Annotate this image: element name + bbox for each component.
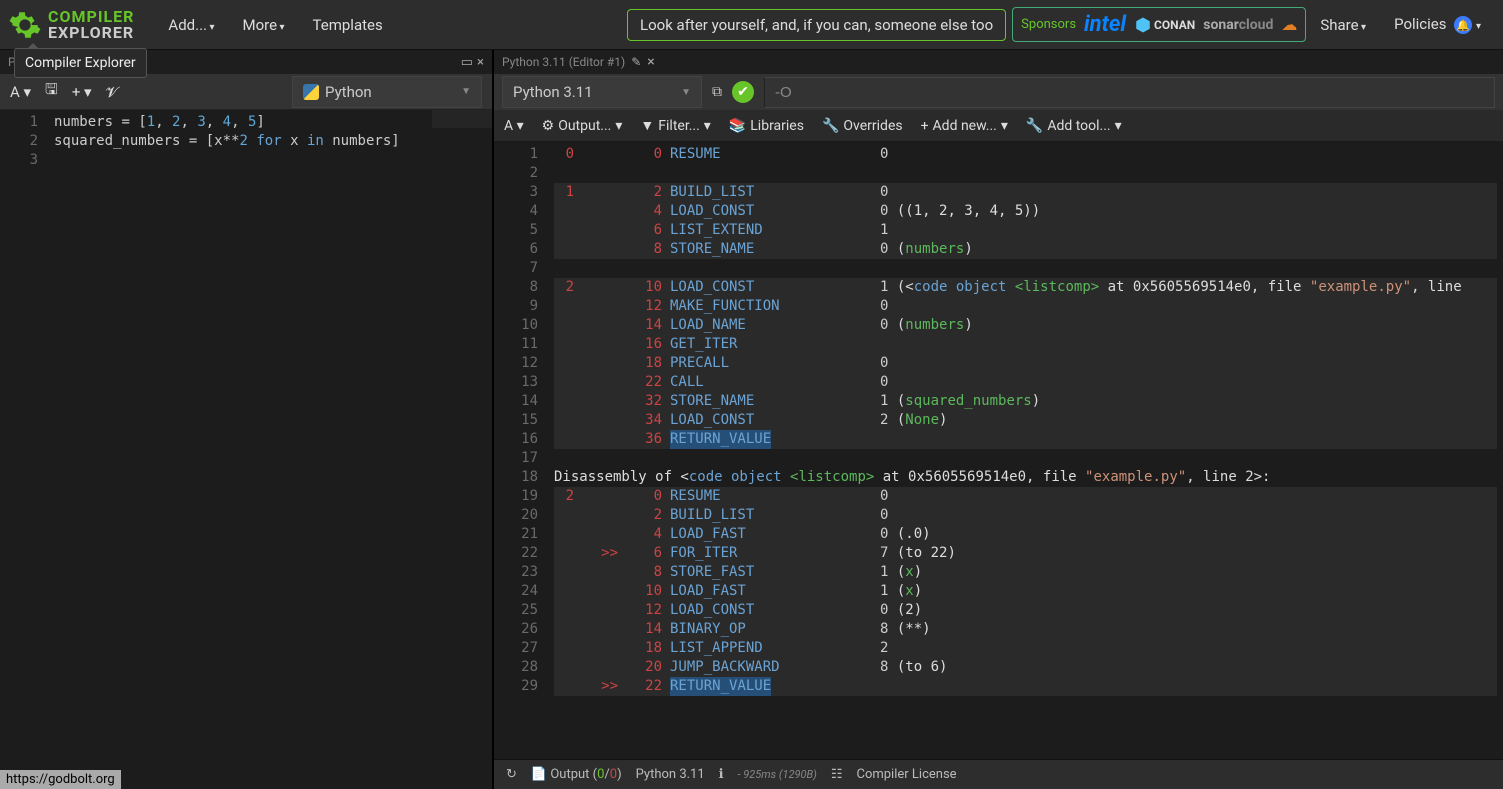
compiler-options-input[interactable]: [764, 77, 1495, 108]
maximize-icon[interactable]: ▭: [461, 55, 473, 70]
motd-banner: Look after yourself, and, if you can, so…: [627, 9, 1006, 41]
edit-icon[interactable]: ✎: [631, 55, 641, 69]
sponsors-box: Sponsors intel CONAN sonarcloud ☁: [1012, 7, 1306, 42]
compiler-pane: Python 3.11 (Editor #1) ✎ × Python 3.11 …: [494, 50, 1503, 789]
brand-logo[interactable]: COMPILER EXPLORER: [8, 8, 134, 42]
editor-toolbar: A ▾ 🖫 + ▾ 𝓥 Python ▼: [0, 74, 492, 110]
sponsor-intel[interactable]: intel: [1084, 12, 1126, 37]
asm-gutter: 1234567891011121314151617181920212223242…: [494, 142, 548, 759]
output-btn[interactable]: ⚙ Output... ▾: [542, 118, 623, 134]
close-pane-icon[interactable]: ×: [477, 55, 484, 70]
brand-tooltip: Compiler Explorer: [14, 48, 147, 78]
nav-templates[interactable]: Templates: [299, 8, 397, 42]
compiler-name-status: Python 3.11: [636, 767, 705, 782]
info-icon[interactable]: ℹ: [719, 767, 724, 782]
libraries-btn[interactable]: 📚 Libraries: [729, 118, 804, 134]
nav-add[interactable]: Add...: [154, 8, 228, 42]
status-ok-icon: ✔: [732, 81, 754, 103]
python-icon: [303, 84, 319, 100]
nav-share[interactable]: Share: [1306, 8, 1380, 42]
source-code[interactable]: numbers = [1, 2, 3, 4, 5]squared_numbers…: [48, 110, 492, 789]
popout-icon[interactable]: ⧉: [712, 84, 722, 100]
line-gutter: 123: [0, 110, 48, 789]
cloud-icon: ☁: [1281, 15, 1297, 34]
compiler-statusbar: ↻ 📄 Output (0/0) Python 3.11 ℹ - 925ms (…: [494, 759, 1503, 789]
hover-url: https://godbolt.org: [0, 770, 121, 789]
sponsors-label: Sponsors: [1021, 17, 1076, 32]
chevron-down-icon: ▼: [461, 86, 471, 97]
addtool-btn[interactable]: 🔧 Add tool... ▾: [1026, 118, 1122, 134]
language-selector[interactable]: Python ▼: [292, 76, 482, 108]
save-icon[interactable]: 🖫: [45, 79, 58, 104]
nav-policies[interactable]: Policies 🔔 ▾: [1380, 7, 1495, 43]
font-icon[interactable]: A ▾: [10, 83, 31, 101]
output-status[interactable]: 📄 Output (0/0): [531, 767, 622, 782]
bars-icon[interactable]: ☷: [831, 767, 843, 782]
plus-icon[interactable]: + ▾: [72, 83, 92, 101]
close-icon[interactable]: ×: [647, 54, 654, 70]
brand-bottom: EXPLORER: [48, 25, 134, 41]
compiler-tabbar: Python 3.11 (Editor #1) ✎ ×: [494, 50, 1503, 74]
compiler-toolbar: Python 3.11 ▼ ⧉ ✔: [494, 74, 1503, 110]
overrides-btn[interactable]: 🔧 Overrides: [822, 118, 903, 134]
sponsor-sonar[interactable]: sonarcloud: [1203, 17, 1273, 33]
compiler-selector[interactable]: Python 3.11 ▼: [502, 76, 702, 108]
reload-icon[interactable]: ↻: [506, 767, 517, 782]
cube-icon: [1134, 16, 1152, 34]
editor-pane: Python source #1 × ▭ × A ▾ 🖫 + ▾ 𝓥 Pytho…: [0, 50, 494, 789]
addnew-btn[interactable]: + Add new... ▾: [921, 118, 1008, 134]
font-icon[interactable]: A ▾: [504, 118, 524, 134]
minimap[interactable]: [432, 110, 492, 170]
compiler-subtoolbar: A ▾ ⚙ Output... ▾ ▼ Filter... ▾ 📚 Librar…: [494, 110, 1503, 142]
bell-icon[interactable]: 🔔: [1454, 16, 1472, 34]
source-editor[interactable]: 123 numbers = [1, 2, 3, 4, 5]squared_num…: [0, 110, 492, 789]
chevron-down-icon: ▼: [681, 87, 691, 98]
vim-icon[interactable]: 𝓥: [106, 83, 119, 101]
top-navbar: COMPILER EXPLORER Add... More Templates …: [0, 0, 1503, 50]
asm-editor[interactable]: 1234567891011121314151617181920212223242…: [494, 142, 1503, 759]
sponsor-conan[interactable]: CONAN: [1134, 16, 1195, 34]
filter-btn[interactable]: ▼ Filter... ▾: [640, 117, 710, 134]
gear-icon: [8, 8, 42, 42]
license-link[interactable]: Compiler License: [856, 767, 956, 782]
nav-more[interactable]: More: [228, 8, 298, 42]
compiler-tab[interactable]: Python 3.11 (Editor #1) ✎ ×: [502, 54, 655, 70]
timing-status: - 925ms (1290B): [738, 768, 817, 781]
asm-code[interactable]: 00 RESUME0 12 BUILD_LIST04 LOAD_CONST0 (…: [548, 142, 1503, 759]
